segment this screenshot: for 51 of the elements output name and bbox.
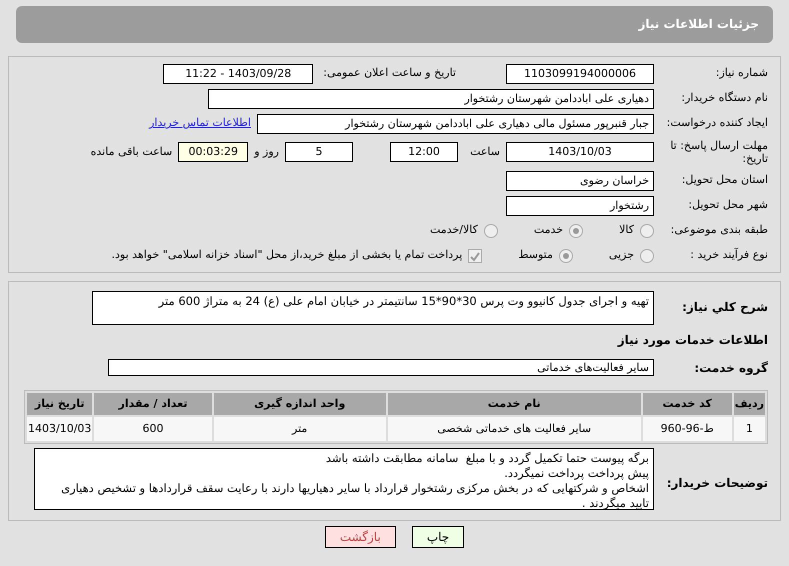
back-button[interactable]: بازگشت	[324, 526, 396, 548]
city-field: رشتخوار	[506, 196, 654, 216]
need-number-field: 1103099194000006	[506, 64, 654, 84]
table-cell: ط-96-960	[642, 417, 732, 441]
checkbox-label: پرداخت تمام یا بخشی از مبلغ خرید،از محل "اسناد خزانه اسلامی" خواهد بود.	[112, 247, 462, 264]
remaining-time-field: 00:03:29	[178, 142, 248, 162]
notes-field: برگه پیوست حتما تکمیل گردد و با مبلغ سامانه مطابقت داشته باشد پیش پرداخت پرداخت نمیگردد. اشخاص و شرکتهایی که در بخش مرکزی رشتخوار قرارداد با سایر دهیاریها دارند با رعایت سقف قراردادها و تشخیص دهیاری تایید میگردند .	[34, 448, 654, 510]
field-label: شماره نیاز:	[714, 65, 769, 82]
field-label: تاریخ و ساعت اعلان عمومی:	[323, 65, 456, 82]
field-label: توضیحات خریدار:	[666, 475, 769, 492]
contact-link[interactable]: اطلاعات تماس خریدار	[149, 115, 251, 132]
field-label: گروه خدمت:	[693, 360, 769, 376]
option-label: خدمت	[534, 222, 564, 238]
requester-field: جبار قنبرپور مسئول مالی دهیاری علی اباددامن شهرستان رشتخوار	[257, 114, 654, 134]
option-label: کالا/خدمت	[430, 222, 478, 238]
table-cell: 1403/10/03	[27, 417, 92, 441]
print-button[interactable]: چاپ	[412, 526, 464, 548]
column-header: نام خدمت	[388, 393, 641, 415]
option-label: جزیی	[608, 247, 634, 264]
buyer-field: دهیاری علی اباددامن شهرستان رشتخوار	[208, 88, 654, 108]
column-header: کد خدمت	[642, 393, 732, 415]
field-label: شهر محل تحویل:	[687, 197, 769, 214]
table-cell: 600	[94, 417, 212, 441]
table-cell: متر	[214, 417, 386, 441]
field-label: مهلت ارسال پاسخ: تا تاریخ:	[669, 139, 769, 165]
province-field: خراسان رضوی	[506, 170, 654, 190]
time-field: 12:00	[390, 142, 458, 162]
table-cell: سایر فعالیت های خدماتی شخصی	[388, 417, 641, 441]
column-header: تعداد / مقدار	[94, 393, 212, 415]
field-label: روز و	[254, 144, 279, 160]
days-field: 5	[285, 142, 353, 162]
description-field: تهیه و اجرای جدول کانیوو وت پرس 30*90*15 سانتیمتر در خیابان امام علی (ع) 24 به متراژ 600 متر	[92, 291, 654, 325]
field-label: نوع فرآیند خرید :	[689, 247, 769, 264]
section-heading: اطلاعات خدمات مورد نیاز	[618, 332, 769, 349]
field-label: نام دستگاه خریدار:	[680, 90, 769, 106]
page-title: جزئیات اطلاعات نیاز	[16, 6, 773, 43]
field-label: شرح کلي نياز:	[681, 299, 769, 316]
date-field: 1403/10/03	[506, 142, 654, 162]
table-cell: 1	[734, 417, 765, 441]
service-group-field: سایر فعالیت‌های خدماتی	[108, 359, 654, 376]
field-label: طبقه بندی موضوعی:	[670, 222, 769, 238]
field-label: ایجاد کننده درخواست:	[666, 115, 769, 132]
column-header: تاریخ نیاز	[27, 393, 92, 415]
column-header: واحد اندازه گیری	[214, 393, 386, 415]
option-label: کالا	[619, 222, 634, 238]
date-field: 1403/09/28 - 11:22	[163, 64, 314, 84]
field-label: ساعت باقی مانده	[90, 144, 172, 160]
column-header: ردیف	[734, 393, 765, 415]
field-label: ساعت	[469, 144, 500, 160]
option-label: متوسط	[518, 247, 553, 264]
field-label: استان محل تحویل:	[680, 172, 769, 188]
